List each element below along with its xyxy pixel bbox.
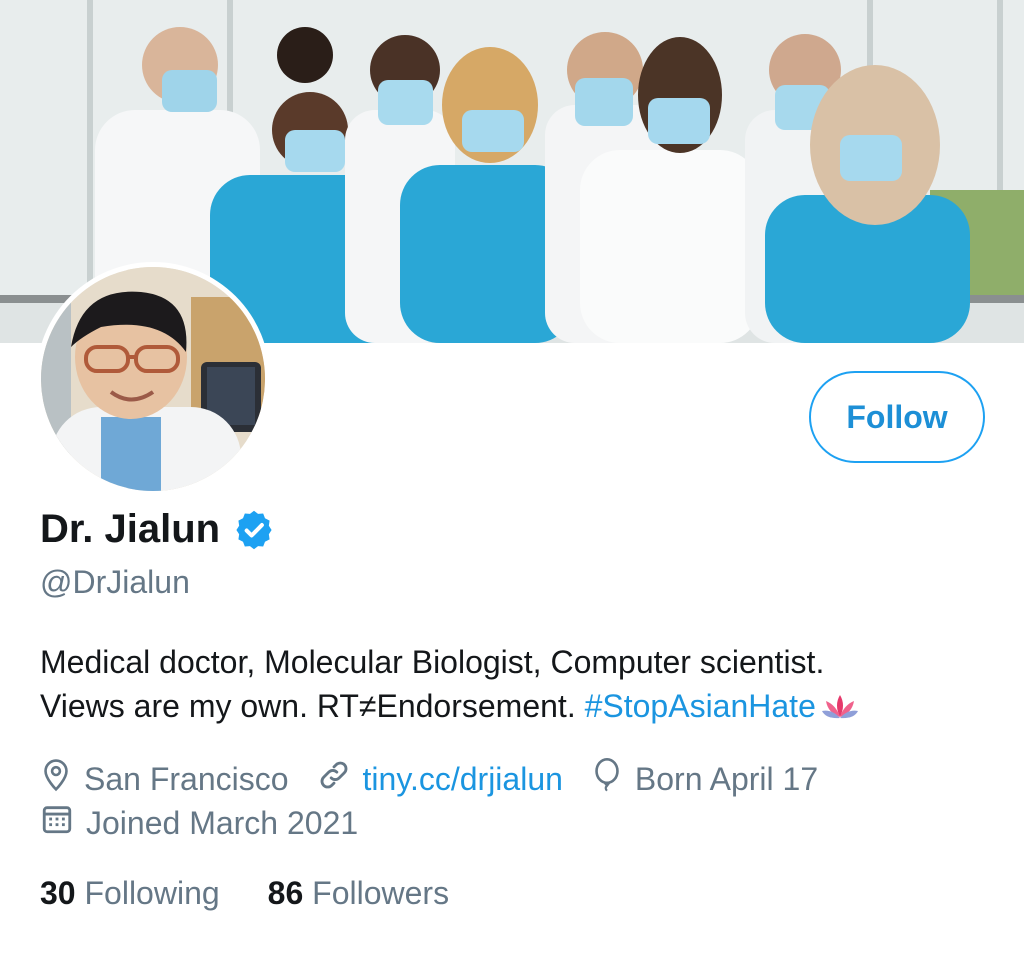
website-item: tiny.cc/drjialun (317, 758, 563, 800)
location-item: San Francisco (40, 758, 289, 800)
profile-meta-row-2: Joined March 2021 (40, 802, 386, 844)
followers-label: Followers (312, 875, 450, 911)
display-name-text: Dr. Jialun (40, 507, 221, 551)
following-label: Following (84, 875, 220, 911)
follow-stats: 30 Following 86 Followers (40, 875, 497, 912)
profile-avatar[interactable] (36, 262, 270, 496)
display-name: Dr. Jialun (40, 507, 276, 552)
balloon-icon (591, 758, 635, 800)
hashtag-link[interactable]: #StopAsianHate (585, 688, 816, 724)
profile-handle: @DrJialun (40, 564, 190, 600)
joined-item: Joined March 2021 (40, 802, 358, 844)
lotus-icon (820, 690, 860, 734)
bio-line-1: Medical doctor, Molecular Biologist, Com… (40, 644, 825, 680)
avatar-photo (41, 267, 265, 491)
location-pin-icon (40, 758, 84, 800)
bio-line-2: Views are my own. RT≠Endorsement. #StopA… (40, 684, 1000, 734)
followers-count: 86 (267, 875, 304, 911)
calendar-icon (40, 802, 86, 844)
joined-text: Joined March 2021 (86, 804, 359, 841)
following-link[interactable]: 30 Following (40, 875, 220, 912)
link-icon (317, 758, 363, 800)
birthday-item: Born April 17 (591, 758, 818, 800)
profile-meta-row: San Francisco tiny.cc/drjialun Born Apri… (40, 758, 846, 800)
followers-link[interactable]: 86 Followers (268, 875, 449, 912)
following-count: 30 (40, 875, 76, 911)
bio-line-2-text: Views are my own. RT≠Endorsement. (40, 688, 585, 724)
verified-badge-icon (232, 508, 276, 552)
birthday-text: Born April 17 (634, 760, 819, 797)
profile-bio: Medical doctor, Molecular Biologist, Com… (40, 640, 1000, 734)
location-text: San Francisco (84, 760, 289, 797)
follow-button[interactable]: Follow (809, 371, 985, 463)
website-link[interactable]: tiny.cc/drjialun (363, 761, 563, 798)
